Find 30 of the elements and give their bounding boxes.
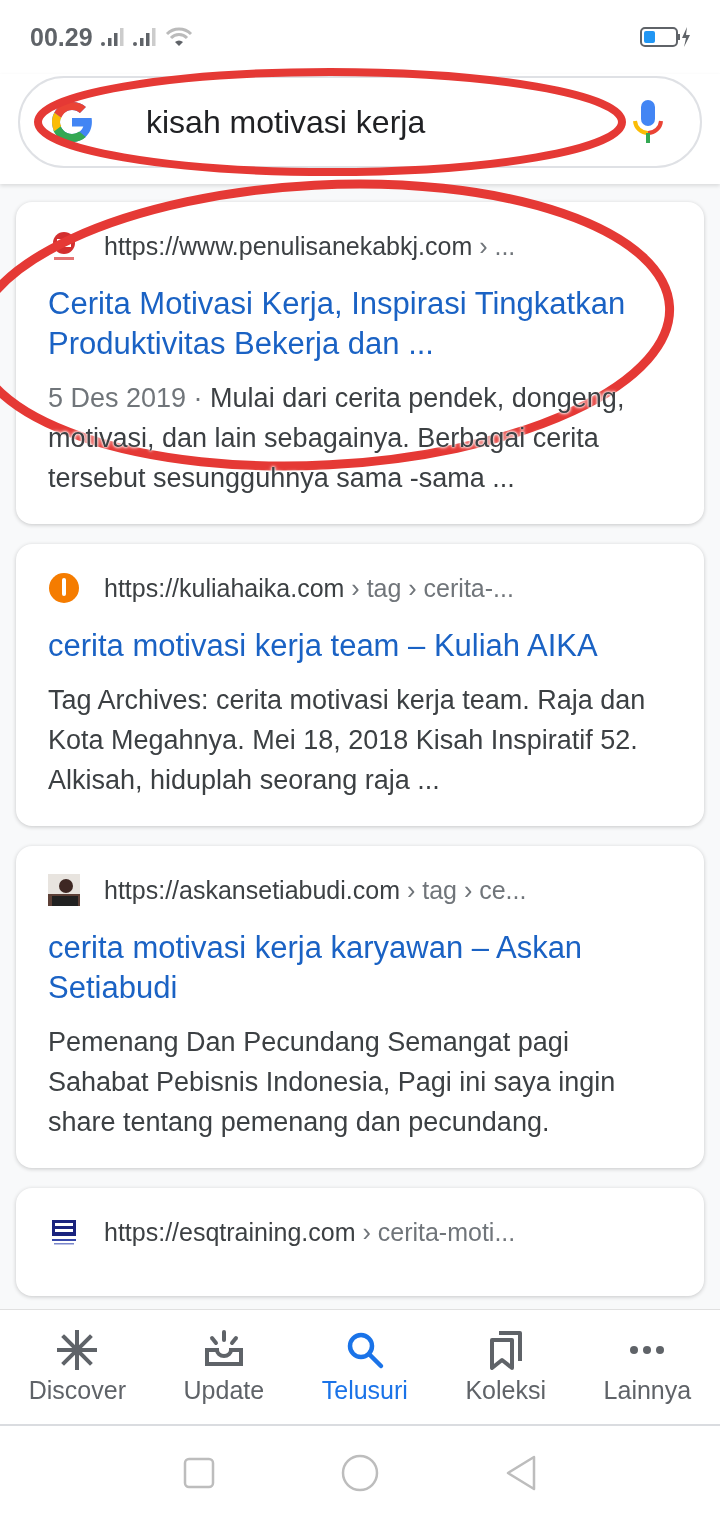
battery-icon <box>640 25 690 49</box>
nav-tab[interactable]: Lainnya <box>597 1329 698 1405</box>
result-title-link[interactable]: cerita motivasi kerja karyawan – Askan Setiabudi <box>48 928 664 1008</box>
bookmarks-icon <box>489 1330 522 1370</box>
result-snippet: Pemenang Dan Pecundang Semangat pagi Sahabat Pebisnis Indonesia, Pagi ini saya ingin share tentang pemenang dan pecundang. <box>48 1026 617 1139</box>
result-snippet: Tag Archives: cerita motivasi kerja team. Raja dan Kota Megahnya. Mei 18, 2018 Kisah Inspiratif 52. Alkisah, hiduplah seorang raja ... <box>48 684 647 797</box>
microphone-icon[interactable] <box>632 99 664 145</box>
result-url: https://www.penulisanekabkj.com › ... <box>104 231 516 261</box>
wifi-icon <box>164 26 193 48</box>
result-title-link[interactable]: cerita motivasi kerja team – Kuliah AIKA <box>48 626 664 666</box>
nav-tab[interactable]: Update <box>177 1329 271 1405</box>
nav-tab[interactable]: Koleksi <box>459 1329 553 1405</box>
tray-icon <box>204 1329 243 1366</box>
status-time: 00.29 <box>30 22 93 52</box>
result-title-link[interactable]: Cerita Motivasi Kerja, Inspirasi Tingkatkan Produktivitas Bekerja dan ... <box>48 284 664 364</box>
signal-icon <box>132 27 157 47</box>
search-icon <box>347 1332 384 1368</box>
more-icon <box>630 1345 665 1354</box>
circle-icon[interactable] <box>341 1454 379 1492</box>
result-url: https://kuliahaika.com › tag › cerita-... <box>104 573 514 603</box>
triangle-icon[interactable] <box>505 1455 537 1491</box>
asterisk-icon <box>57 1329 98 1370</box>
nav-tab[interactable]: Telusuri <box>315 1329 414 1405</box>
result-url: https://askansetiabudi.com › tag › ce... <box>104 875 527 905</box>
signal-icon <box>100 27 125 47</box>
search-bar[interactable]: kisah motivasi kerja <box>18 76 702 168</box>
round-logo-icon <box>48 572 80 604</box>
nav-tab[interactable]: Discover <box>22 1329 132 1405</box>
result-url: https://esqtraining.com › cerita-moti... <box>104 1217 516 1247</box>
square-icon[interactable] <box>183 1457 215 1489</box>
